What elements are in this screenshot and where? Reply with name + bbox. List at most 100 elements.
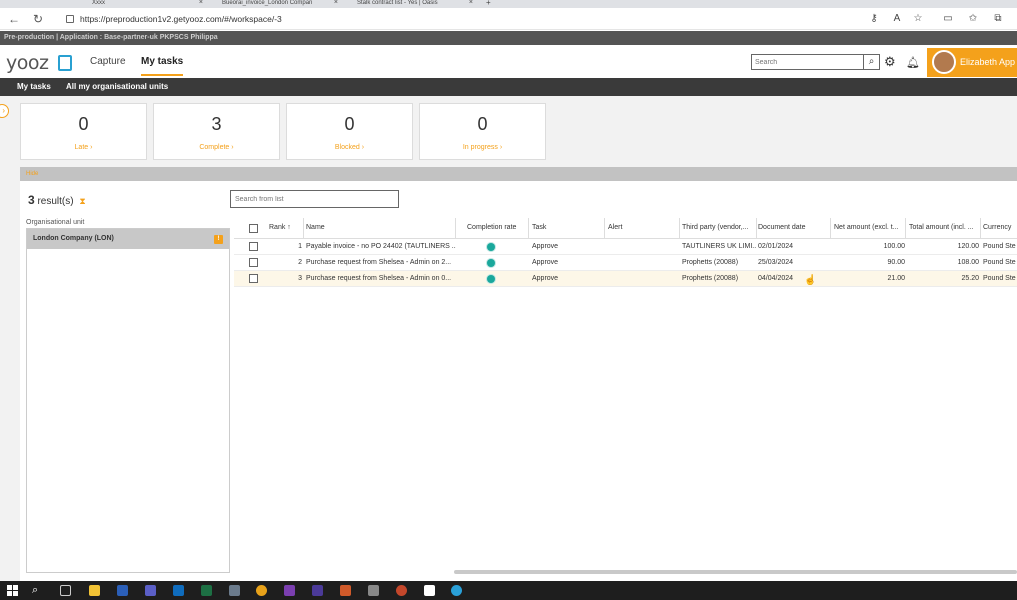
chrome-icon[interactable] [256,585,267,596]
outlook-icon[interactable] [173,585,184,596]
row-checkbox[interactable] [249,274,258,283]
cell-total-amount: 120.00 [957,243,979,250]
onenote-icon[interactable] [284,585,295,596]
avatar [932,50,956,74]
completion-status-icon [487,243,495,251]
browser-tab[interactable]: Stalk contract list - Yes | Oasis × [345,0,475,8]
results-suffix: result(s) [37,196,74,207]
url-field[interactable]: https://preproduction1v2.getyooz.com/#/w… [66,11,856,27]
hourglass-icon: ⧗ [79,196,86,206]
app-icon[interactable] [368,585,379,596]
collections-icon[interactable]: ⧉ [992,13,1004,25]
kpi-card-late[interactable]: 0 Late › [20,103,147,160]
app-icon[interactable] [340,585,351,596]
powerpoint-icon[interactable] [396,585,407,596]
close-icon[interactable]: × [199,0,203,6]
row-checkbox[interactable] [249,258,258,267]
environment-banner: Pre-production | Application : Base-part… [0,31,1017,45]
key-icon[interactable]: ⚷ [868,13,880,25]
column-header-total-amount[interactable]: Total amount (incl. ... [909,218,979,238]
table-row[interactable]: 1 Payable invoice - no PO 24402 (TAUTLIN… [234,239,1017,255]
cell-total-amount: 25.20 [961,275,979,282]
column-header-name[interactable]: Name [306,218,454,238]
tasks-table: Rank ↑ Name Completion rate Task Alert T… [234,218,1017,573]
section-divider[interactable]: Hide [20,167,1017,181]
cell-name[interactable]: Payable invoice - no PO 24402 (TAUTLINER… [306,239,456,255]
column-header-currency[interactable]: Currency [983,218,1017,238]
select-all-checkbox[interactable] [249,224,258,233]
cell-name[interactable]: Purchase request from Shelsea - Admin on… [306,255,456,271]
cell-third-party: TAUTLINERS UK LIMI... [682,243,756,250]
favorite-star-icon[interactable]: ☆ [912,13,924,25]
column-header-alert[interactable]: Alert [608,218,678,238]
column-header-net-amount[interactable]: Net amount (excl. t... [834,218,904,238]
nav-capture[interactable]: Capture [90,56,126,67]
horizontal-scrollbar[interactable] [454,570,1017,574]
completion-status-icon [487,259,495,267]
new-tab-icon[interactable]: + [486,0,496,8]
search-input[interactable] [751,54,864,70]
windows-start-icon[interactable] [7,585,18,596]
cell-document-date: 25/03/2024 [758,259,794,266]
browser-tab[interactable]: Bueorai_invoice_London Compan × [210,0,340,8]
excel-icon[interactable] [201,585,212,596]
yooz-logo[interactable]: yooz [6,52,49,74]
refresh-icon[interactable]: ↻ [30,12,46,26]
sidebar-toggle-icon[interactable]: › [0,104,9,118]
kpi-card-complete[interactable]: 3 Complete › [153,103,280,160]
table-row[interactable]: 2 Purchase request from Shelsea - Admin … [234,255,1017,271]
word-icon[interactable] [117,585,128,596]
cell-net-amount: 100.00 [883,243,905,250]
cell-document-date: 02/01/2024 [758,243,794,250]
task-view-icon[interactable] [60,585,71,596]
file-explorer-icon[interactable] [89,585,100,596]
task-list-panel: 3 result(s) ⧗ Organisational unit London… [20,181,1017,581]
column-header-completion[interactable]: Completion rate [467,218,527,238]
cell-currency: Pound Ste [983,259,1016,266]
org-unit-item-label: London Company (LON) [33,235,114,242]
kpi-value: 0 [78,114,89,134]
close-icon[interactable]: × [469,0,473,6]
split-screen-icon[interactable]: ▭ [942,13,954,25]
main-content: › 0 Late › 3 Complete › 0 Blocked › 0 In… [0,96,1017,581]
table-row[interactable]: 3 Purchase request from Shelsea - Admin … [234,271,1017,287]
back-icon[interactable]: ← [6,12,22,26]
edge-icon[interactable] [451,585,462,596]
bell-icon[interactable]: 🔔︎ [906,55,920,71]
gear-icon[interactable]: ⚙ [884,54,896,70]
column-header-rank[interactable]: Rank ↑ [269,218,304,238]
browser-tab[interactable]: Xxxx × [80,0,205,8]
mouse-cursor-icon: ☝ [804,275,817,286]
favorites-icon[interactable]: ✩ [967,13,979,25]
taskbar-search-icon[interactable]: ⌕ [32,583,46,597]
search-icon[interactable]: ⌕ [864,54,880,70]
calculator-icon[interactable] [229,585,240,596]
logo-mark-icon [58,55,72,71]
browser-tab-label: Stalk contract list - Yes | Oasis [357,0,438,6]
column-header-document-date[interactable]: Document date [758,218,828,238]
app-icon[interactable] [312,585,323,596]
completion-status-icon [487,275,495,283]
column-header-third-party[interactable]: Third party (vendor,... [682,218,756,238]
read-aloud-icon[interactable]: A [891,13,903,25]
app-header: yooz Capture My tasks ⌕ ⚙ 🔔︎ Elizabeth A… [0,45,1017,78]
teams-icon[interactable] [145,585,156,596]
cell-name[interactable]: Purchase request from Shelsea - Admin on… [306,271,456,287]
org-unit-item[interactable]: London Company (LON) ! [27,229,229,249]
app-icon[interactable] [424,585,435,596]
column-header-task[interactable]: Task [532,218,602,238]
results-count: 3 result(s) ⧗ [28,193,86,207]
chevron-right-icon: › [361,144,365,151]
user-menu[interactable]: Elizabeth App [927,48,1017,77]
hide-toggle[interactable]: Hide [26,167,38,181]
subnav-my-tasks[interactable]: My tasks [17,78,51,96]
close-icon[interactable]: × [334,0,338,6]
row-checkbox[interactable] [249,242,258,251]
kpi-card-blocked[interactable]: 0 Blocked › [286,103,413,160]
subnav-all-org-units[interactable]: All my organisational units [66,78,168,96]
sub-navigation: My tasks All my organisational units [0,78,1017,96]
cell-task: Approve [532,259,559,266]
list-search-input[interactable] [230,190,399,208]
kpi-card-in-progress[interactable]: 0 In progress › [419,103,546,160]
nav-my-tasks[interactable]: My tasks [141,56,184,76]
